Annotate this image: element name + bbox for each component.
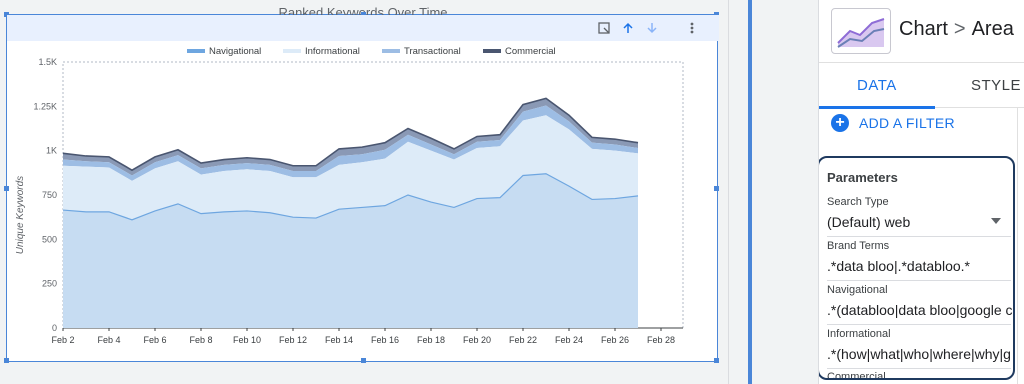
x-tick-label: Feb 6 [143, 335, 166, 345]
sort-icon[interactable] [597, 21, 611, 35]
param-label-informational: Informational [827, 328, 891, 340]
y-tick-label: 0 [52, 323, 57, 333]
y-tick-label: 1.5K [38, 57, 57, 67]
legend-swatch [187, 49, 205, 53]
arrow-up-icon[interactable] [621, 21, 635, 35]
param-informational-input[interactable]: .*(how|what|who|where|why|g [827, 346, 1011, 362]
x-tick-label: Feb 26 [601, 335, 629, 345]
add-filter-label: ADD A FILTER [859, 115, 955, 131]
y-tick-label: 250 [42, 279, 57, 289]
panel-tabs: DATA STYLE [819, 62, 1024, 109]
panel-scroll-track [1017, 108, 1018, 384]
x-tick-label: Feb 12 [279, 335, 307, 345]
legend-label: Informational [305, 46, 360, 57]
param-label-brand-terms: Brand Terms [827, 240, 890, 252]
x-tick-label: Feb 14 [325, 335, 353, 345]
legend-label: Commercial [505, 46, 556, 57]
param-brand-terms-input[interactable]: .*data bloo|.*databloo.* [827, 258, 970, 274]
x-tick-label: Feb 20 [463, 335, 491, 345]
tab-data[interactable]: DATA [857, 77, 897, 94]
panel-header: Chart > Area [819, 0, 1024, 62]
x-tick-label: Feb 22 [509, 335, 537, 345]
param-label-navigational: Navigational [827, 284, 888, 296]
active-tab-indicator [819, 106, 935, 109]
x-axis-ticks: Feb 2 Feb 4 Feb 6 Feb 8 Feb 10 Feb 12 Feb 14 Fe… [51, 328, 675, 345]
y-tick-label: 1K [46, 146, 57, 156]
x-tick-label: Feb 16 [371, 335, 399, 345]
param-navigational-input[interactable]: .*(databloo|data bloo|google c [827, 302, 1013, 318]
param-label-commercial: Commercial [827, 371, 886, 380]
param-divider [827, 324, 1011, 325]
x-tick-label: Feb 24 [555, 335, 583, 345]
properties-panel: Chart > Area DATA STYLE + ADD A FILTER Par… [818, 0, 1024, 384]
breadcrumb: Chart > Area [899, 18, 1014, 41]
workspace-gap [752, 0, 818, 384]
x-tick-label: Feb 28 [647, 335, 675, 345]
chart-legend: Navigational Informational Transactional Co… [187, 46, 556, 57]
x-tick-label: Feb 4 [97, 335, 120, 345]
area-chart-thumbnail-icon[interactable] [831, 8, 891, 54]
parameters-title: Parameters [827, 170, 898, 185]
more-vert-icon[interactable] [685, 21, 699, 35]
x-tick-label: Feb 8 [189, 335, 212, 345]
legend-swatch [483, 49, 501, 53]
breadcrumb-separator-icon: > [953, 18, 966, 40]
y-axis-label: Unique Keywords [15, 176, 26, 254]
y-tick-label: 500 [42, 234, 57, 244]
legend-label: Navigational [209, 46, 261, 57]
legend-swatch [382, 49, 400, 53]
legend-label: Transactional [404, 46, 461, 57]
chart-plot: Navigational Informational Transactional Co… [7, 15, 719, 345]
chart-toolbar [597, 21, 699, 35]
y-axis-ticks: 0 250 500 750 1K 1.25K 1.5K [33, 57, 57, 333]
param-divider [827, 280, 1011, 281]
x-tick-label: Feb 18 [417, 335, 445, 345]
parameters-section: Parameters Search Type (Default) web Bra… [819, 156, 1015, 380]
x-tick-label: Feb 10 [233, 335, 261, 345]
area-chart-card[interactable]: Ranked Keywords Over Time Navigational In… [4, 5, 719, 363]
x-tick-label: Feb 2 [51, 335, 74, 345]
param-search-type-select[interactable]: (Default) web [827, 214, 910, 230]
breadcrumb-chart[interactable]: Chart [899, 18, 948, 40]
y-tick-label: 750 [42, 190, 57, 200]
param-label-search-type: Search Type [827, 196, 889, 208]
breadcrumb-chart-type[interactable]: Area [972, 18, 1014, 40]
add-circle-icon: + [831, 114, 849, 132]
report-canvas: Ranked Keywords Over Time Navigational In… [0, 0, 728, 384]
legend-swatch [283, 49, 301, 53]
param-divider [827, 236, 1011, 237]
add-filter-button[interactable]: + ADD A FILTER [831, 114, 955, 132]
tab-style[interactable]: STYLE [971, 77, 1021, 94]
dropdown-caret-icon[interactable] [991, 218, 1001, 224]
arrow-down-icon[interactable] [645, 21, 659, 35]
param-divider [827, 368, 1011, 369]
y-tick-label: 1.25K [33, 101, 57, 111]
chart-areas [62, 97, 639, 328]
